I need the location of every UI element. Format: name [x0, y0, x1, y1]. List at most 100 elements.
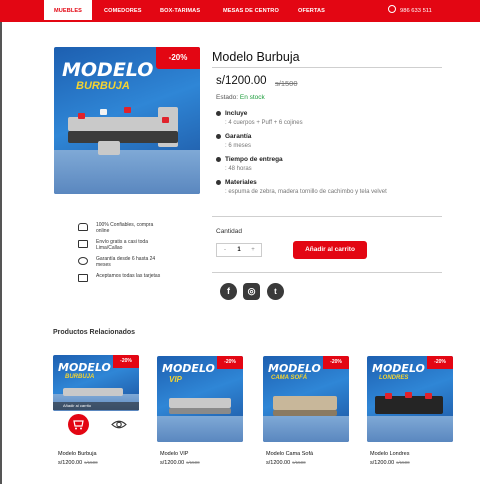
sofa-illustration	[273, 396, 337, 410]
image-subtitle: BURBUJA	[65, 374, 95, 380]
whatsapp-icon	[388, 5, 396, 14]
image-title: MODELO	[162, 362, 215, 375]
add-to-cart-button[interactable]: Añadir al carrito	[293, 241, 367, 259]
discount-badge: -20%	[156, 47, 200, 69]
details-divider	[212, 216, 442, 217]
feature-title: Tiempo de entrega	[225, 156, 283, 163]
bullet-icon	[216, 180, 221, 185]
image-subtitle: CAMA SOFÁ	[271, 375, 308, 381]
old-price: s/1500	[84, 460, 98, 465]
cart-divider	[212, 272, 442, 273]
feature-incluye: Incluye : 4 cuerpos + Puff + 6 cojines	[216, 110, 436, 130]
pillow	[162, 117, 169, 123]
shield-icon	[78, 257, 88, 265]
image-floor	[157, 416, 243, 442]
bullet-icon	[216, 134, 221, 139]
old-price: s/1500	[396, 460, 410, 465]
quantity-decrement-button[interactable]: -	[219, 244, 231, 256]
feature-value: : 6 meses	[225, 143, 252, 149]
quantity-increment-button[interactable]: +	[247, 244, 259, 256]
pillow	[405, 392, 412, 398]
quick-add-cart-button[interactable]	[68, 414, 89, 435]
related-product-name[interactable]: Modelo Londres	[370, 451, 409, 457]
bullet-icon	[216, 157, 221, 162]
stock-status-label: Estado:	[216, 94, 239, 101]
related-product-price: s/1200.00 s/1500	[58, 460, 98, 466]
product-main-image[interactable]: MODELO BURBUJA -20%	[54, 47, 200, 194]
related-products-title: Productos Relacionados	[53, 329, 136, 336]
pillow	[385, 393, 392, 399]
instagram-icon[interactable]: ◎	[243, 283, 260, 300]
related-product-name[interactable]: Modelo VIP	[160, 451, 188, 457]
related-product-name[interactable]: Modelo Cama Sofá	[266, 451, 313, 457]
eye-icon	[111, 420, 127, 429]
sofa-base	[273, 410, 337, 416]
product-price: s/1200.00	[216, 75, 267, 87]
product-old-price: s/1500	[275, 79, 298, 88]
pillow	[425, 393, 432, 399]
feature-value: : espuma de zebra, madera tornillo de ca…	[225, 189, 387, 195]
phone-number: 986 633 511	[400, 8, 432, 14]
feature-value: : 48 horas	[225, 166, 252, 172]
feature-tiempo-entrega: Tiempo de entrega : 48 horas	[216, 156, 436, 176]
sofa-base	[68, 131, 178, 143]
pillow	[124, 107, 131, 113]
pillow	[78, 113, 85, 119]
quantity-value[interactable]: 1	[232, 244, 246, 256]
benefit-text: Garantía desde 6 hasta 24 meses	[96, 256, 156, 269]
related-product-image[interactable]: MODELO VIP -20%	[157, 356, 243, 442]
stock-status-value: En stock	[239, 94, 265, 101]
whatsapp-phone-link[interactable]: 986 633 511	[388, 0, 432, 22]
feature-garantia: Garantía : 6 meses	[216, 133, 436, 153]
product-title: Modelo Burbuja	[212, 50, 300, 64]
facebook-icon[interactable]: f	[220, 283, 237, 300]
feature-title: Incluye	[225, 110, 248, 117]
feature-materiales: Materiales : espuma de zebra, madera tor…	[216, 179, 436, 209]
nav-item-comedores[interactable]: COMEDORES	[104, 0, 142, 22]
related-product-image[interactable]: MODELO LONDRES -20%	[367, 356, 453, 442]
feature-title: Materiales	[225, 179, 257, 186]
nav-item-mesas-de-centro[interactable]: MESAS DE CENTRO	[223, 0, 279, 22]
top-nav-bar: MUEBLES COMEDORES BOX-TARIMAS MESAS DE C…	[0, 0, 480, 22]
image-floor	[263, 416, 349, 442]
page-left-edge	[0, 22, 2, 484]
price: s/1200.00	[266, 460, 291, 466]
image-title: MODELO	[372, 362, 425, 375]
stock-status: Estado: En stock	[216, 94, 265, 101]
quick-view-button[interactable]	[110, 416, 128, 433]
image-title: MODELO	[58, 361, 111, 374]
image-title: MODELO	[62, 59, 154, 81]
old-price: s/1500	[186, 460, 200, 465]
image-title: MODELO	[268, 362, 321, 375]
feature-value: : 4 cuerpos + Puff + 6 cojines	[225, 120, 303, 126]
quantity-label: Cantidad	[216, 228, 243, 235]
related-product-image[interactable]: MODELO CAMA SOFÁ -20%	[263, 356, 349, 442]
price: s/1200.00	[160, 460, 185, 466]
benefit-text: 100% Confiables, compra online	[96, 222, 154, 235]
quantity-stepper: - 1 +	[216, 243, 262, 257]
discount-badge: -20%	[427, 356, 453, 369]
nav-item-ofertas[interactable]: OFERTAS	[298, 0, 325, 22]
nav-item-box-tarimas[interactable]: BOX-TARIMAS	[160, 0, 200, 22]
feature-title: Garantía	[225, 133, 252, 140]
puff-illustration	[98, 141, 120, 155]
benefit-text: Envío gratis a casi toda Lima/Callao	[96, 239, 148, 252]
related-product-price: s/1200.00 s/1500	[370, 460, 410, 466]
credit-card-icon	[78, 274, 88, 282]
sofa-illustration	[169, 398, 231, 408]
image-subtitle: BURBUJA	[76, 80, 130, 92]
sofa-base	[169, 408, 231, 414]
add-to-cart-overlay[interactable]: Añadir al carrito	[53, 402, 139, 410]
discount-badge: -20%	[323, 356, 349, 369]
price: s/1200.00	[58, 460, 83, 466]
thumbs-up-icon	[78, 223, 88, 231]
related-product-name[interactable]: Modelo Burbuja	[58, 451, 97, 457]
image-floor	[367, 416, 453, 442]
price: s/1200.00	[370, 460, 395, 466]
pillow	[100, 109, 107, 115]
cart-icon	[73, 420, 84, 430]
nav-item-muebles[interactable]: MUEBLES	[44, 0, 92, 22]
related-product-price: s/1200.00 s/1500	[266, 460, 306, 466]
bullet-icon	[216, 111, 221, 116]
twitter-icon[interactable]: t	[267, 283, 284, 300]
